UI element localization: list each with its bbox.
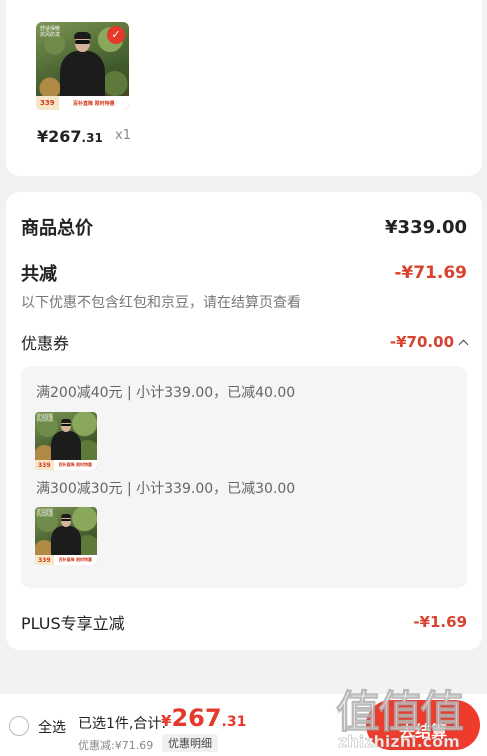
thumb-price-strip: 339 百补直降 限时特惠 bbox=[35, 555, 97, 565]
thumb-banner: 百补直降 限时特惠 bbox=[58, 462, 92, 467]
total-price-value: ¥339.00 bbox=[385, 216, 467, 238]
select-all-radio[interactable] bbox=[9, 716, 29, 736]
coupon-detail-line: 满300减30元 | 小计339.00，已减30.00 bbox=[36, 481, 296, 497]
total-reduction-label: 共减 bbox=[21, 264, 57, 285]
total-dec: .31 bbox=[221, 714, 247, 730]
cart-item-card: 舒适保暖 抗风防泼 ✓ 339 百补直降 限时特惠 ¥267.31 x1 bbox=[6, 0, 482, 176]
total-int: 267 bbox=[171, 704, 222, 732]
plus-discount-value: -¥1.69 bbox=[413, 613, 467, 631]
total-price-label: 商品总价 bbox=[21, 218, 93, 239]
total-price-row: 商品总价 ¥339.00 bbox=[21, 214, 467, 240]
product-thumbnail[interactable]: 舒适保暖 抗风防泼 ✓ 339 百补直降 限时特惠 bbox=[36, 22, 129, 110]
plus-discount-label: PLUS专享立减 bbox=[21, 614, 125, 633]
thumb-price-strip: 339 百补直降 限时特惠 bbox=[35, 460, 97, 470]
item-price-main: ¥267 bbox=[37, 127, 82, 146]
thumb-price: 339 bbox=[36, 96, 59, 110]
coupon-value-wrap[interactable]: -¥70.00 bbox=[389, 333, 469, 351]
model-figure bbox=[51, 513, 81, 561]
item-price-cents: .31 bbox=[81, 131, 103, 145]
discount-note: 以下优惠不包含红包和京豆，请在结算页查看 bbox=[21, 295, 301, 311]
thumb-price-strip: 339 百补直降 限时特惠 bbox=[36, 96, 129, 110]
checkout-button[interactable]: 去结算 bbox=[366, 700, 480, 750]
model-figure bbox=[60, 32, 105, 103]
thumb-banner: 百补直降 限时特惠 bbox=[72, 100, 115, 107]
coupon-detail-panel: 满200减40元 | 小计339.00，已减40.00 舒适保暖 抗风防泼 33… bbox=[21, 366, 467, 588]
chevron-up-icon[interactable] bbox=[458, 339, 469, 349]
item-price: ¥267.31 bbox=[37, 127, 103, 146]
discount-detail-button[interactable]: 优惠明细 bbox=[162, 734, 218, 752]
plus-discount-row: PLUS专享立减 -¥1.69 bbox=[21, 610, 467, 634]
thumb-tag: 舒适保暖 抗风防泼 bbox=[40, 26, 61, 38]
thumb-price: 339 bbox=[35, 460, 54, 470]
coupon-product-thumbnail: 舒适保暖 抗风防泼 339 百补直降 限时特惠 bbox=[35, 507, 97, 565]
coupon-label: 优惠券 bbox=[21, 334, 70, 353]
checkmark-icon[interactable]: ✓ bbox=[107, 26, 125, 44]
discount-summary: 优惠减:¥71.69 bbox=[78, 739, 154, 752]
total-reduction-value: -¥71.69 bbox=[394, 263, 467, 283]
thumb-price: 339 bbox=[35, 555, 54, 565]
thumb-tag: 舒适保暖 抗风防泼 bbox=[37, 413, 53, 422]
coupon-product-thumbnail: 舒适保暖 抗风防泼 339 百补直降 限时特惠 bbox=[35, 412, 97, 470]
thumb-banner: 百补直降 限时特惠 bbox=[58, 557, 92, 562]
thumb-tag: 舒适保暖 抗风防泼 bbox=[37, 508, 53, 517]
model-figure bbox=[51, 418, 81, 466]
selected-summary: 已选1件,合计: bbox=[78, 716, 167, 732]
item-quantity: x1 bbox=[115, 128, 131, 143]
coupon-detail-line: 满200减40元 | 小计339.00，已减40.00 bbox=[36, 385, 296, 401]
price-summary-card: 商品总价 ¥339.00 共减 -¥71.69 以下优惠不包含红包和京豆，请在结… bbox=[6, 192, 482, 650]
total-yen: ¥ bbox=[161, 712, 172, 730]
checkout-bar: 全选 已选1件,合计: ¥267.31 优惠减:¥71.69 优惠明细 去结算 bbox=[0, 694, 487, 756]
total-reduction-row: 共减 -¥71.69 bbox=[21, 260, 467, 286]
coupon-value: -¥70.00 bbox=[389, 333, 454, 351]
coupon-row[interactable]: 优惠券 -¥70.00 bbox=[21, 330, 469, 354]
total-amount: ¥267.31 bbox=[161, 704, 246, 732]
select-all-label[interactable]: 全选 bbox=[38, 717, 66, 737]
